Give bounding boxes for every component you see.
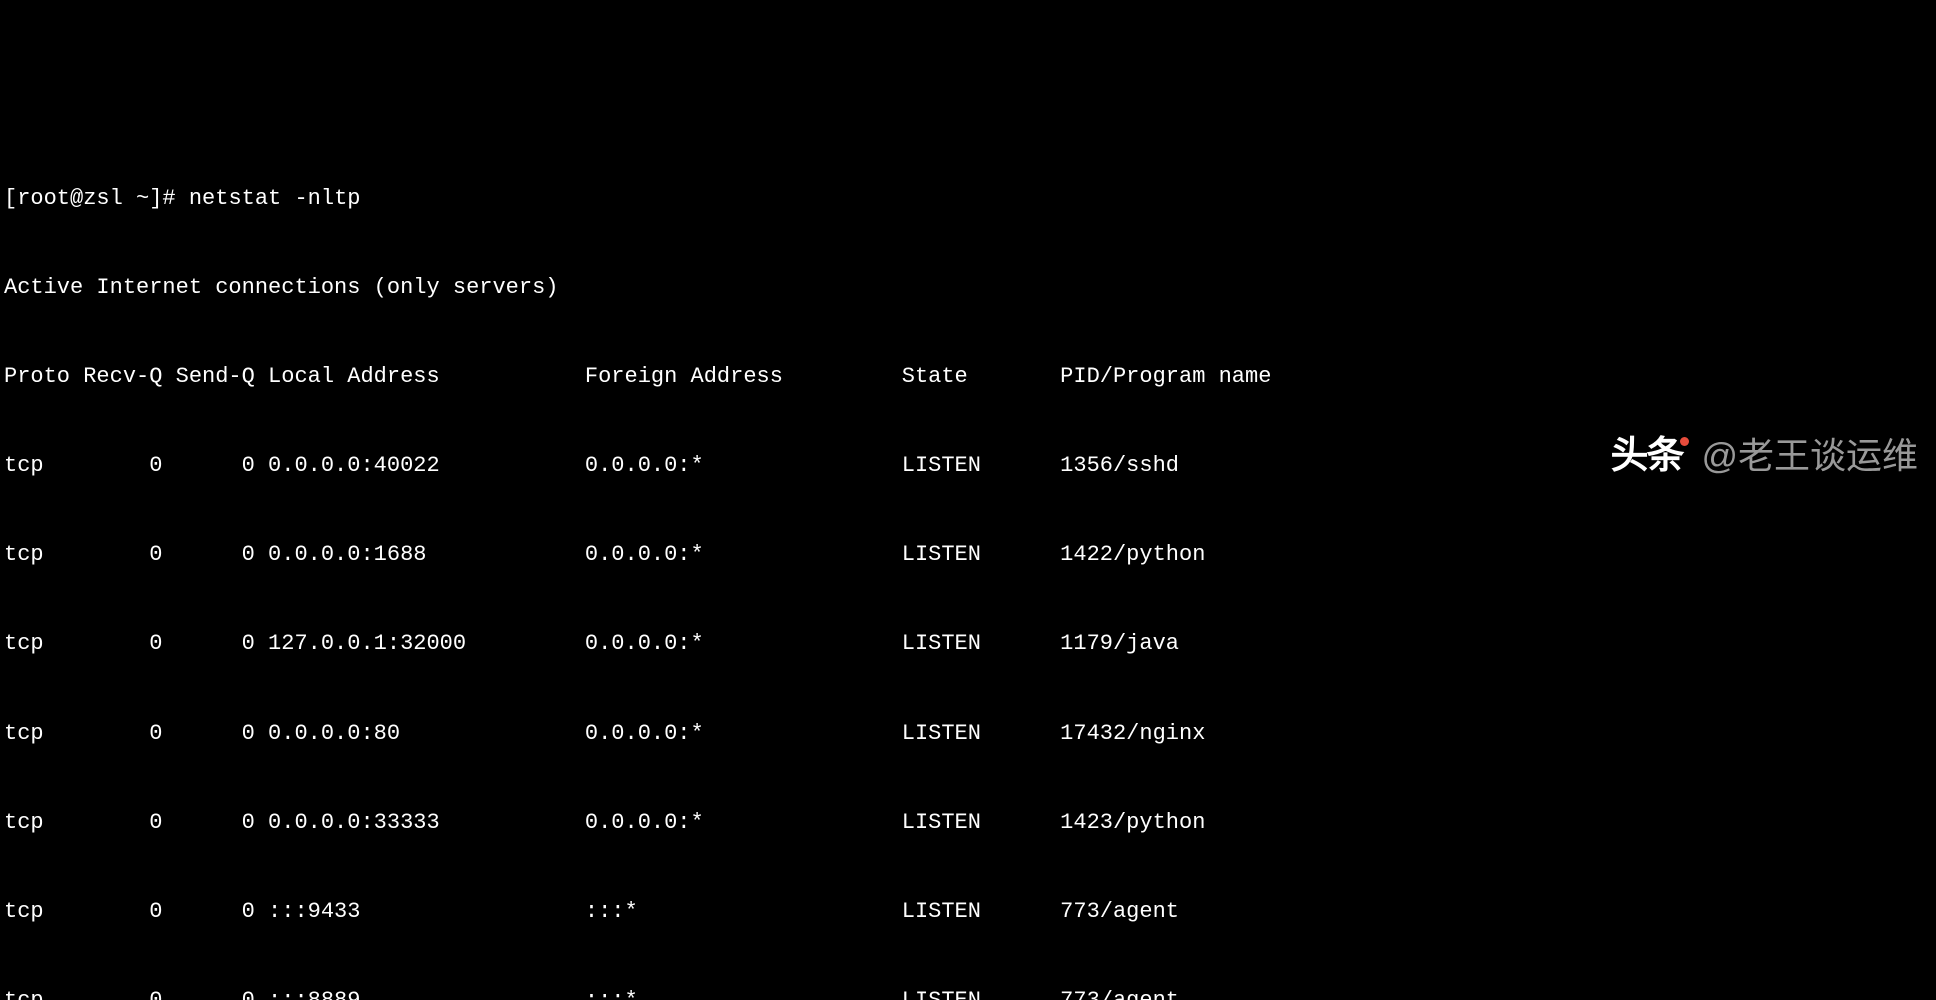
table-row: tcp 0 0 :::8889 :::* LISTEN 773/agent <box>4 986 1932 1000</box>
watermark-logo: 头条 <box>1610 431 1689 482</box>
table-column-headers: Proto Recv-Q Send-Q Local Address Foreig… <box>4 362 1932 392</box>
header-active-connections: Active Internet connections (only server… <box>4 273 1932 303</box>
table-row: tcp 0 0 0.0.0.0:80 0.0.0.0:* LISTEN 1743… <box>4 719 1932 749</box>
table-row: tcp 0 0 127.0.0.1:32000 0.0.0.0:* LISTEN… <box>4 629 1932 659</box>
table-row: tcp 0 0 :::9433 :::* LISTEN 773/agent <box>4 897 1932 927</box>
shell-prompt: [root@zsl ~]# <box>4 186 189 211</box>
red-dot-icon <box>1680 437 1689 446</box>
watermark-author: @老王谈运维 <box>1701 432 1918 481</box>
table-row: tcp 0 0 0.0.0.0:1688 0.0.0.0:* LISTEN 14… <box>4 540 1932 570</box>
terminal-output[interactable]: [root@zsl ~]# netstat -nltp Active Inter… <box>4 125 1932 1000</box>
command-text: netstat -nltp <box>189 186 361 211</box>
table-row: tcp 0 0 0.0.0.0:33333 0.0.0.0:* LISTEN 1… <box>4 808 1932 838</box>
command-line-1: [root@zsl ~]# netstat -nltp <box>4 184 1932 214</box>
watermark: 头条 @老王谈运维 <box>1610 431 1918 482</box>
